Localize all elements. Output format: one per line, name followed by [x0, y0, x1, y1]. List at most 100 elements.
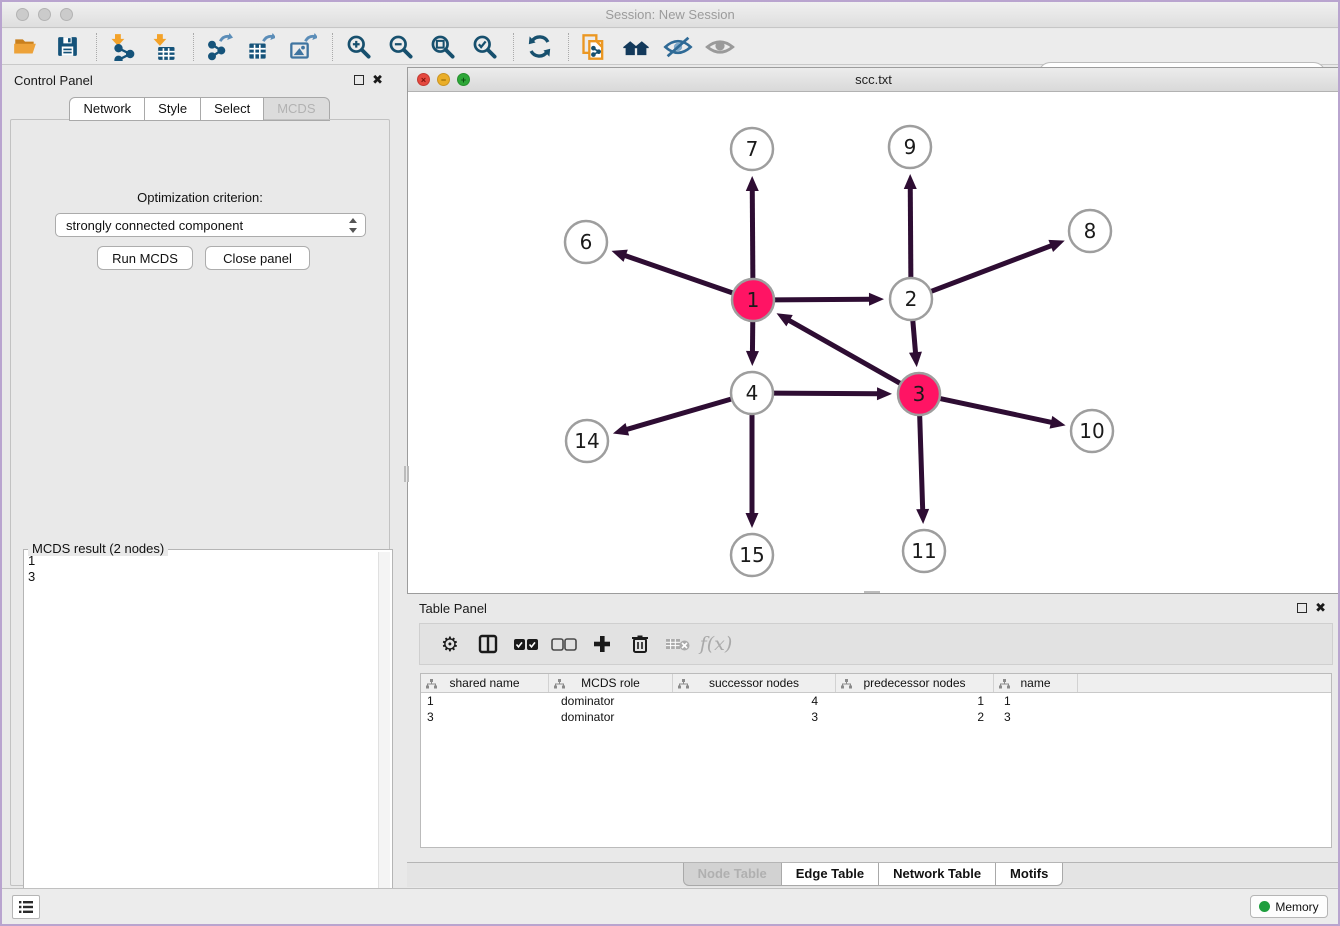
select-all-checkboxes-icon[interactable]	[508, 629, 544, 659]
graph-edge-1-6[interactable]	[624, 255, 733, 293]
close-panel-icon[interactable]: ✖	[372, 72, 383, 88]
network-canvas[interactable]: 7968124314101511	[408, 92, 1339, 593]
graph-edge-arrowhead	[746, 513, 759, 528]
graph-edge-arrowhead	[877, 387, 892, 400]
table-tab-network-table[interactable]: Network Table	[878, 863, 996, 886]
graph-edge-arrowhead	[916, 509, 929, 524]
deselect-all-checkboxes-icon[interactable]	[546, 629, 582, 659]
show-hidden-icon[interactable]	[705, 32, 735, 62]
table-cell[interactable]: dominator	[549, 709, 673, 725]
memory-button[interactable]: Memory	[1250, 895, 1328, 918]
graph-node-label: 7	[746, 137, 759, 161]
export-table-icon[interactable]	[246, 32, 276, 62]
split-view-icon[interactable]	[470, 629, 506, 659]
graph-edge-arrowhead	[904, 174, 917, 189]
show-all-networks-icon[interactable]	[621, 32, 651, 62]
copy-network-view-icon[interactable]	[579, 32, 609, 62]
zoom-selected-icon[interactable]	[469, 32, 499, 62]
control-panel-tabs: NetworkStyleSelectMCDS	[4, 97, 396, 121]
network-view-frame: × − + scc.txt 7968124314101511	[407, 67, 1340, 594]
close-panel-button[interactable]: Close panel	[205, 246, 310, 270]
toolbar-separator	[332, 33, 333, 61]
graph-edge-3-11[interactable]	[920, 415, 923, 511]
save-session-icon[interactable]	[52, 32, 82, 62]
toolbar-separator	[96, 33, 97, 61]
column-header-MCDS-role[interactable]: MCDS role	[549, 674, 673, 692]
list-icon	[18, 900, 34, 914]
table-settings-icon[interactable]: ⚙	[432, 629, 468, 659]
close-table-panel-icon[interactable]: ✖	[1315, 600, 1326, 616]
column-header-shared-name[interactable]: shared name	[421, 674, 549, 692]
graph-edge-3-1[interactable]	[788, 320, 901, 384]
table-cell[interactable]: 3	[673, 709, 836, 725]
delete-table-icon[interactable]	[660, 629, 696, 659]
table-cell[interactable]: 3	[421, 709, 549, 725]
mcds-result-line: 1	[28, 553, 376, 569]
table-row[interactable]: 3dominator323	[421, 709, 1331, 725]
table-row[interactable]: 1dominator411	[421, 693, 1331, 709]
task-history-button[interactable]	[12, 895, 40, 919]
table-cell[interactable]: 1	[994, 693, 1078, 709]
control-tab-select[interactable]: Select	[200, 97, 264, 121]
hide-selected-icon[interactable]	[663, 32, 693, 62]
table-tab-node-table[interactable]: Node Table	[683, 863, 782, 886]
delete-column-icon[interactable]	[622, 629, 658, 659]
graph-node-label: 8	[1084, 219, 1097, 243]
graph-node-label: 4	[746, 381, 759, 405]
table-cell[interactable]: 2	[836, 709, 994, 725]
memory-button-label: Memory	[1275, 900, 1318, 914]
run-mcds-button[interactable]: Run MCDS	[97, 246, 193, 270]
application-window: Session: New Session	[0, 0, 1340, 926]
network-frame-titlebar[interactable]: × − + scc.txt	[408, 68, 1339, 92]
mcds-result-scrollbar[interactable]	[378, 552, 390, 926]
graph-edge-3-10[interactable]	[940, 398, 1053, 422]
float-panel-icon[interactable]	[354, 75, 364, 85]
table-panel-header: Table Panel ✖	[407, 594, 1340, 622]
table-cell[interactable]: 4	[673, 693, 836, 709]
mcds-tab-content: Optimization criterion: strongly connect…	[10, 119, 390, 886]
column-header-predecessor-nodes[interactable]: predecessor nodes	[836, 674, 994, 692]
node-table: shared nameMCDS rolesuccessor nodesprede…	[420, 673, 1332, 848]
control-tab-style[interactable]: Style	[144, 97, 201, 121]
function-builder-icon[interactable]: f(x)	[698, 629, 734, 659]
dropdown-arrows-icon	[348, 217, 358, 237]
mcds-result-line: 3	[28, 569, 376, 585]
graph-node-label: 1	[747, 288, 760, 312]
table-cell[interactable]: 3	[994, 709, 1078, 725]
float-table-panel-icon[interactable]	[1297, 603, 1307, 613]
add-column-icon[interactable]	[584, 629, 620, 659]
splitter-grip-vertical[interactable]	[404, 466, 409, 482]
control-tab-mcds[interactable]: MCDS	[263, 97, 329, 121]
mcds-result-list[interactable]: 13	[28, 553, 376, 926]
graph-edge-4-14[interactable]	[625, 399, 731, 430]
title-bar: Session: New Session	[2, 2, 1338, 28]
refresh-view-icon[interactable]	[524, 32, 554, 62]
zoom-fit-icon[interactable]	[427, 32, 457, 62]
column-header-name[interactable]: name	[994, 674, 1078, 692]
table-cell[interactable]: 1	[421, 693, 549, 709]
hierarchy-icon	[841, 678, 852, 692]
graph-edge-1-7[interactable]	[752, 189, 753, 279]
graph-edge-2-3[interactable]	[913, 320, 916, 354]
table-cell[interactable]: 1	[836, 693, 994, 709]
column-header-successor-nodes[interactable]: successor nodes	[673, 674, 836, 692]
import-network-icon[interactable]	[107, 32, 137, 62]
table-cell[interactable]: dominator	[549, 693, 673, 709]
export-image-icon[interactable]	[288, 32, 318, 62]
export-network-icon[interactable]	[204, 32, 234, 62]
zoom-out-icon[interactable]	[385, 32, 415, 62]
zoom-in-icon[interactable]	[343, 32, 373, 62]
graph-edge-2-9[interactable]	[910, 187, 911, 278]
graph-edge-1-2[interactable]	[774, 299, 871, 300]
graph-edge-arrowhead	[612, 250, 628, 262]
control-tab-network[interactable]: Network	[69, 97, 145, 121]
table-tab-edge-table[interactable]: Edge Table	[781, 863, 879, 886]
import-table-icon[interactable]	[149, 32, 179, 62]
criterion-dropdown[interactable]: strongly connected component	[55, 213, 366, 237]
open-session-icon[interactable]	[10, 32, 40, 62]
memory-status-icon	[1259, 901, 1270, 912]
hierarchy-icon	[426, 678, 437, 692]
table-tab-motifs[interactable]: Motifs	[995, 863, 1063, 886]
graph-edge-4-3[interactable]	[773, 393, 879, 394]
graph-edge-2-8[interactable]	[931, 245, 1053, 291]
